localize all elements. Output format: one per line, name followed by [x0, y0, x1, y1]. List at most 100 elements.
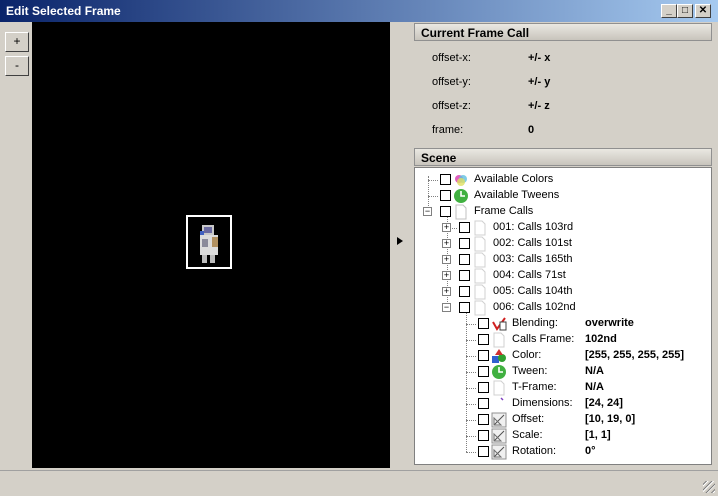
- tree-line: [466, 452, 476, 453]
- property-label: Offset:: [512, 413, 545, 425]
- tree-line: [466, 340, 476, 341]
- tree-line: [466, 312, 467, 452]
- current-frame-call-panel: offset-x: +/- x offset-y: +/- y offset-z…: [414, 41, 712, 146]
- checkbox[interactable]: [459, 254, 470, 265]
- expand-toggle[interactable]: +: [442, 255, 451, 264]
- checkbox[interactable]: [478, 430, 489, 441]
- tree-line: [466, 356, 476, 357]
- expand-toggle[interactable]: +: [442, 271, 451, 280]
- checkbox[interactable]: [478, 366, 489, 377]
- blending-icon: [492, 317, 507, 331]
- checkbox[interactable]: [478, 382, 489, 393]
- property-label: Calls Frame:: [512, 333, 575, 345]
- maximize-button[interactable]: □: [677, 4, 693, 18]
- selected-sprite[interactable]: [186, 215, 232, 269]
- frame-canvas[interactable]: [32, 22, 390, 468]
- zoom-in-button[interactable]: +: [5, 32, 29, 52]
- window-title: Edit Selected Frame: [6, 4, 121, 18]
- tree-line: [428, 196, 438, 197]
- checkbox[interactable]: [459, 286, 470, 297]
- tree-item-label: 003: Calls 165th: [493, 253, 573, 265]
- tree-item-label: 001: Calls 103rd: [493, 221, 574, 233]
- checkbox[interactable]: [478, 334, 489, 345]
- page-icon: [474, 220, 486, 236]
- panel-splitter[interactable]: [390, 22, 412, 468]
- property-label: Scale:: [512, 429, 543, 441]
- drafting-icon: [491, 428, 507, 444]
- checkbox[interactable]: [478, 350, 489, 361]
- checkbox[interactable]: [478, 318, 489, 329]
- collapse-arrow-icon[interactable]: [397, 237, 403, 245]
- checkbox[interactable]: [478, 414, 489, 425]
- page-icon: [493, 380, 505, 396]
- checkbox[interactable]: [440, 190, 451, 201]
- minimize-button[interactable]: _: [661, 4, 677, 18]
- page-icon: [474, 236, 486, 252]
- resize-grip-icon[interactable]: [703, 481, 715, 493]
- property-value: 0°: [585, 445, 596, 457]
- property-value: 102nd: [585, 333, 617, 345]
- checkbox[interactable]: [459, 270, 470, 281]
- checkbox[interactable]: [440, 174, 451, 185]
- colors-icon: [455, 175, 467, 186]
- tree-item-label: Available Colors: [474, 173, 554, 185]
- sprite-character-icon: [200, 225, 218, 263]
- property-label: Tween:: [512, 365, 548, 377]
- tree-item-label: 004: Calls 71st: [493, 269, 566, 281]
- checkbox[interactable]: [440, 206, 451, 217]
- tree-item-label: Available Tweens: [474, 189, 560, 201]
- current-frame-call-header: Current Frame Call: [414, 23, 712, 41]
- checkbox[interactable]: [478, 398, 489, 409]
- tree-line: [466, 324, 476, 325]
- tree-item-label: 002: Calls 101st: [493, 237, 572, 249]
- checkbox[interactable]: [478, 446, 489, 457]
- expand-toggle[interactable]: +: [442, 223, 451, 232]
- property-value: [1, 1]: [585, 429, 611, 441]
- dimensions-icon: [500, 397, 504, 401]
- expand-toggle[interactable]: +: [442, 239, 451, 248]
- tree-line: [428, 180, 438, 181]
- tree-line: [466, 388, 476, 389]
- tree-item-label: 005: Calls 104th: [493, 285, 573, 297]
- frame-value: 0: [528, 124, 535, 136]
- property-value: overwrite: [585, 317, 634, 329]
- property-label: T-Frame:: [512, 381, 557, 393]
- offset-y-label: offset-y:: [432, 76, 471, 88]
- page-icon: [474, 300, 486, 316]
- page-icon: [455, 204, 467, 220]
- tween-clock-icon: [492, 365, 506, 379]
- page-icon: [474, 252, 486, 268]
- tree-line: [466, 372, 476, 373]
- offset-z-label: offset-z:: [432, 100, 471, 112]
- property-label: Color:: [512, 349, 542, 361]
- expand-toggle[interactable]: +: [442, 287, 451, 296]
- page-icon: [474, 268, 486, 284]
- zoom-out-button[interactable]: -: [5, 56, 29, 76]
- drafting-icon: [491, 444, 507, 460]
- page-icon: [474, 284, 486, 300]
- close-button[interactable]: ✕: [695, 4, 711, 18]
- offset-x-value: +/- x: [528, 52, 551, 64]
- tree-line: [466, 420, 476, 421]
- property-value: N/A: [585, 381, 604, 393]
- checkbox[interactable]: [459, 238, 470, 249]
- collapse-toggle[interactable]: −: [423, 207, 432, 216]
- offset-x-label: offset-x:: [432, 52, 471, 64]
- minimize-icon: _: [666, 5, 672, 16]
- status-bar: [0, 470, 718, 496]
- checkbox[interactable]: [459, 302, 470, 313]
- offset-z-value: +/- z: [528, 100, 550, 112]
- property-value: N/A: [585, 365, 604, 377]
- frame-label: frame:: [432, 124, 464, 136]
- property-value: [10, 19, 0]: [585, 413, 636, 425]
- page-icon: [493, 332, 505, 348]
- close-icon: ✕: [698, 5, 708, 16]
- property-label: Rotation:: [512, 445, 557, 457]
- property-value: [24, 24]: [585, 397, 623, 409]
- maximize-icon: □: [681, 5, 689, 16]
- tween-clock-icon: [454, 189, 468, 203]
- checkbox[interactable]: [459, 222, 470, 233]
- scene-tree[interactable]: Available Colors Available Tweens − Fram…: [414, 167, 712, 465]
- property-value: [255, 255, 255, 255]: [585, 349, 685, 361]
- collapse-toggle[interactable]: −: [442, 303, 451, 312]
